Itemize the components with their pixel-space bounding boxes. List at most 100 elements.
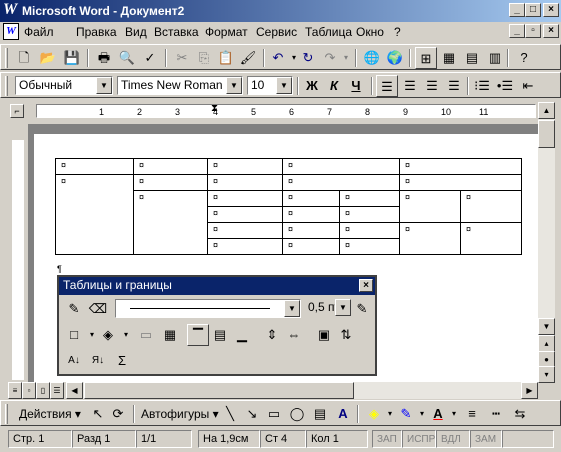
help-icon[interactable]: ?: [513, 47, 535, 69]
table-cell-active[interactable]: ¤: [207, 206, 283, 223]
table-cell[interactable]: ¤: [133, 158, 208, 175]
table-cell[interactable]: ¤: [282, 222, 340, 239]
table-cell[interactable]: ¤: [207, 238, 283, 255]
redo-dropdown-icon[interactable]: ▾: [335, 47, 357, 69]
scroll-up-button[interactable]: ▲: [538, 102, 555, 119]
text-direction-icon[interactable]: ⇅: [335, 324, 357, 346]
distribute-rows-icon[interactable]: ⇕: [261, 324, 283, 346]
next-page-button[interactable]: ▾: [538, 366, 555, 383]
table-cell[interactable]: ¤: [460, 222, 522, 255]
align-center-icon[interactable]: ☰: [399, 75, 421, 97]
autosum-icon[interactable]: Σ: [111, 350, 133, 372]
toolbar-grip[interactable]: [5, 76, 8, 96]
shading-dropdown-icon[interactable]: ▾: [115, 324, 137, 346]
table-cell[interactable]: ¤: [207, 158, 283, 175]
arrow-icon[interactable]: ↘: [241, 403, 263, 425]
status-ovr[interactable]: ЗАМ: [470, 430, 502, 448]
font-size-select[interactable]: 10 ▼: [247, 76, 293, 95]
align-left-icon[interactable]: ☰: [376, 75, 398, 97]
redo-icon[interactable]: ↻: [297, 47, 319, 69]
bullets-icon[interactable]: •☰: [494, 75, 516, 97]
vertical-ruler-strip[interactable]: [12, 140, 24, 380]
line-icon[interactable]: ╲: [219, 403, 241, 425]
align-top-icon[interactable]: ▔: [187, 324, 209, 346]
text-box-icon[interactable]: ▤: [309, 403, 331, 425]
merge-cells-icon[interactable]: ▭: [135, 324, 157, 346]
table-autoformat-icon[interactable]: ▣: [313, 324, 335, 346]
table-cell[interactable]: ¤: [282, 174, 400, 191]
underline-button[interactable]: Ч: [345, 75, 367, 97]
web-layout-button[interactable]: ▫: [22, 382, 36, 399]
menu-help[interactable]: ?: [394, 25, 401, 39]
border-color-icon[interactable]: ✎: [351, 298, 373, 320]
justify-icon[interactable]: ☰: [443, 75, 465, 97]
copy-icon[interactable]: ⎘: [193, 47, 215, 69]
draw-actions-menu[interactable]: Действия ▾: [19, 407, 81, 421]
font-select[interactable]: Times New Roman ▼: [117, 76, 243, 95]
table-cell[interactable]: ¤: [207, 190, 283, 207]
toolbar-grip[interactable]: [5, 404, 8, 424]
horizontal-scroll-track[interactable]: ◀ ▶: [66, 382, 538, 399]
maximize-button[interactable]: □: [525, 3, 541, 17]
tab-selector-icon[interactable]: ⌐: [10, 104, 24, 118]
arrow-style-icon[interactable]: ⇆: [509, 403, 531, 425]
table-cell[interactable]: ¤: [339, 190, 400, 207]
menu-view[interactable]: Вид: [125, 25, 147, 39]
new-document-icon[interactable]: 🗋: [13, 47, 35, 69]
print-layout-button[interactable]: ▯: [36, 382, 50, 399]
ruler-strip[interactable]: 1 2 3 4 5 6 7 8 9 10 11 ⧗: [36, 103, 536, 118]
table-cell[interactable]: ¤: [282, 158, 400, 175]
print-preview-icon[interactable]: 🔍: [116, 47, 138, 69]
menu-tools[interactable]: Сервис: [256, 25, 297, 39]
table-cell[interactable]: ¤: [55, 174, 134, 255]
web-toolbar-icon[interactable]: 🌍: [384, 47, 406, 69]
table-cell[interactable]: ¤: [207, 222, 283, 239]
indent-marker-icon[interactable]: ⧗: [211, 103, 218, 114]
vertical-scrollbar[interactable]: ▲ ▼ ▴ ● ▾: [538, 102, 555, 383]
oval-icon[interactable]: ◯: [286, 403, 308, 425]
hyperlink-icon[interactable]: 🌐: [361, 47, 383, 69]
menu-file[interactable]: Файл: [24, 25, 54, 39]
eraser-icon[interactable]: ⌫: [87, 298, 109, 320]
normal-view-button[interactable]: ≡: [8, 382, 22, 399]
scroll-right-button[interactable]: ▶: [521, 382, 538, 399]
columns-icon[interactable]: ▥: [484, 47, 506, 69]
doc-close-button[interactable]: ×: [543, 24, 559, 38]
cut-icon[interactable]: ✂: [171, 47, 193, 69]
table-cell[interactable]: ¤: [399, 174, 522, 191]
status-ext[interactable]: ВДЛ: [436, 430, 470, 448]
sort-ascending-icon[interactable]: A↓: [63, 350, 85, 372]
table-cell[interactable]: ¤: [55, 158, 134, 175]
align-bottom-icon[interactable]: ▁: [231, 324, 253, 346]
split-cells-icon[interactable]: ▦: [159, 324, 181, 346]
document-icon[interactable]: W: [3, 23, 19, 40]
doc-minimize-button[interactable]: _: [509, 24, 525, 38]
autoshapes-menu[interactable]: Автофигуры ▾: [141, 407, 219, 421]
table-cell[interactable]: ¤: [339, 206, 400, 223]
rectangle-icon[interactable]: ▭: [263, 403, 285, 425]
format-painter-icon[interactable]: 🖌: [237, 47, 259, 69]
doc-restore-button[interactable]: ▫: [525, 24, 541, 38]
minimize-button[interactable]: _: [509, 3, 525, 17]
status-trk[interactable]: ИСПР: [402, 430, 436, 448]
style-select[interactable]: Обычный ▼: [15, 76, 113, 95]
distribute-columns-icon[interactable]: ⇔: [283, 324, 305, 346]
table-cell[interactable]: ¤: [399, 222, 461, 255]
toolbar-grip[interactable]: [5, 48, 8, 68]
tables-borders-icon[interactable]: ⊞: [415, 47, 437, 69]
open-icon[interactable]: 📂: [37, 47, 59, 69]
insert-excel-icon[interactable]: ▤: [461, 47, 483, 69]
table-cell[interactable]: ¤: [207, 174, 283, 191]
line-style-icon[interactable]: ≡: [461, 403, 483, 425]
sort-descending-icon[interactable]: Я↓: [87, 350, 109, 372]
floating-toolbar-title[interactable]: Таблицы и границы ×: [59, 277, 375, 295]
numbering-icon[interactable]: ⁝☰: [471, 75, 493, 97]
draw-table-icon[interactable]: ✎: [63, 298, 85, 320]
save-icon[interactable]: 💾: [61, 47, 83, 69]
scroll-left-button[interactable]: ◀: [66, 382, 83, 399]
table-cell[interactable]: ¤: [339, 238, 400, 255]
floating-toolbar-close-button[interactable]: ×: [359, 279, 373, 292]
insert-table-icon[interactable]: ▦: [438, 47, 460, 69]
decrease-indent-icon[interactable]: ⇤: [517, 75, 539, 97]
center-vertically-icon[interactable]: ▤: [209, 324, 231, 346]
